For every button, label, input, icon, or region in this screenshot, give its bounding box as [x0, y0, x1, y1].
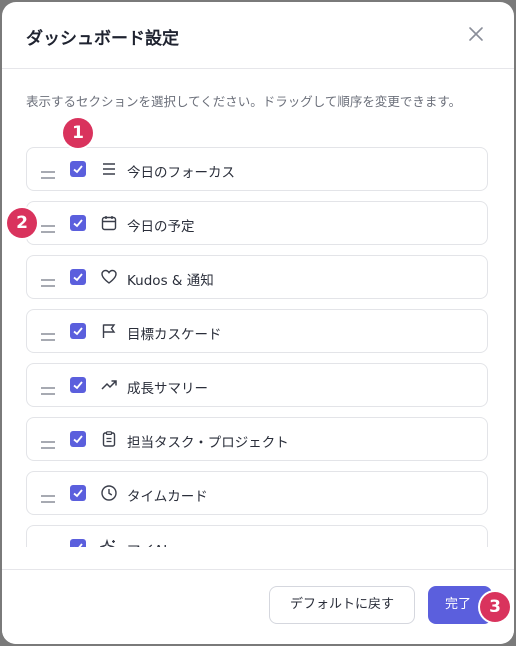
- section-label: 成長サマリー: [127, 381, 208, 397]
- section-label: Kudos & 通知: [127, 273, 214, 289]
- section-item-my-ai[interactable]: マイAI: [26, 525, 488, 547]
- section-checkbox[interactable]: [70, 323, 86, 339]
- section-item-schedule[interactable]: 今日の予定: [26, 201, 488, 245]
- list-icon: [100, 160, 118, 178]
- section-checkbox[interactable]: [70, 539, 86, 547]
- clipboard-icon: [100, 430, 118, 448]
- heart-icon: [100, 268, 118, 286]
- section-item-focus[interactable]: 今日のフォーカス: [26, 147, 488, 191]
- drag-handle-icon[interactable]: [40, 543, 56, 547]
- reset-default-button[interactable]: デフォルトに戻す: [269, 586, 415, 624]
- drag-handle-icon[interactable]: [40, 381, 56, 395]
- drag-handle-icon[interactable]: [40, 489, 56, 503]
- section-label: 担当タスク・プロジェクト: [127, 435, 289, 451]
- annotation-badge-1: 1: [63, 118, 93, 148]
- section-label: 今日の予定: [127, 219, 195, 235]
- sparkle-icon: [99, 538, 118, 547]
- section-label: 目標カスケード: [127, 327, 222, 343]
- dialog-description: 表示するセクションを選択してください。ドラッグして順序を変更できます。: [26, 94, 462, 109]
- section-item-tasks[interactable]: 担当タスク・プロジェクト: [26, 417, 488, 461]
- section-label: タイムカード: [127, 489, 208, 505]
- drag-handle-icon[interactable]: [40, 219, 56, 233]
- drag-handle-icon[interactable]: [40, 273, 56, 287]
- section-item-goals[interactable]: 目標カスケード: [26, 309, 488, 353]
- dialog-title: ダッシュボード設定: [26, 29, 179, 49]
- section-checkbox[interactable]: [70, 377, 86, 393]
- trending-up-icon: [100, 376, 118, 394]
- flag-icon: [100, 322, 118, 340]
- calendar-icon: [100, 214, 118, 232]
- section-label: 今日のフォーカス: [127, 165, 235, 181]
- section-checkbox[interactable]: [70, 431, 86, 447]
- section-checkbox[interactable]: [70, 215, 86, 231]
- annotation-badge-3: 3: [480, 592, 510, 622]
- drag-handle-icon[interactable]: [40, 165, 56, 179]
- section-list: 今日のフォーカス 今日の予定 Kudos & 通知 目標カスケード 成長サマリー: [2, 147, 514, 547]
- section-item-timecard[interactable]: タイムカード: [26, 471, 488, 515]
- dashboard-settings-dialog: ダッシュボード設定 表示するセクションを選択してください。ドラッグして順序を変更…: [2, 2, 514, 644]
- drag-handle-icon[interactable]: [40, 435, 56, 449]
- section-checkbox[interactable]: [70, 485, 86, 501]
- section-checkbox[interactable]: [70, 161, 86, 177]
- dialog-header: ダッシュボード設定: [2, 2, 514, 69]
- dialog-footer: デフォルトに戻す 完了: [2, 569, 514, 644]
- close-icon[interactable]: [464, 22, 488, 46]
- drag-handle-icon[interactable]: [40, 327, 56, 341]
- section-checkbox[interactable]: [70, 269, 86, 285]
- annotation-badge-2: 2: [7, 208, 37, 238]
- section-item-growth[interactable]: 成長サマリー: [26, 363, 488, 407]
- section-item-kudos[interactable]: Kudos & 通知: [26, 255, 488, 299]
- clock-icon: [100, 484, 118, 502]
- section-label: マイAI: [127, 539, 167, 547]
